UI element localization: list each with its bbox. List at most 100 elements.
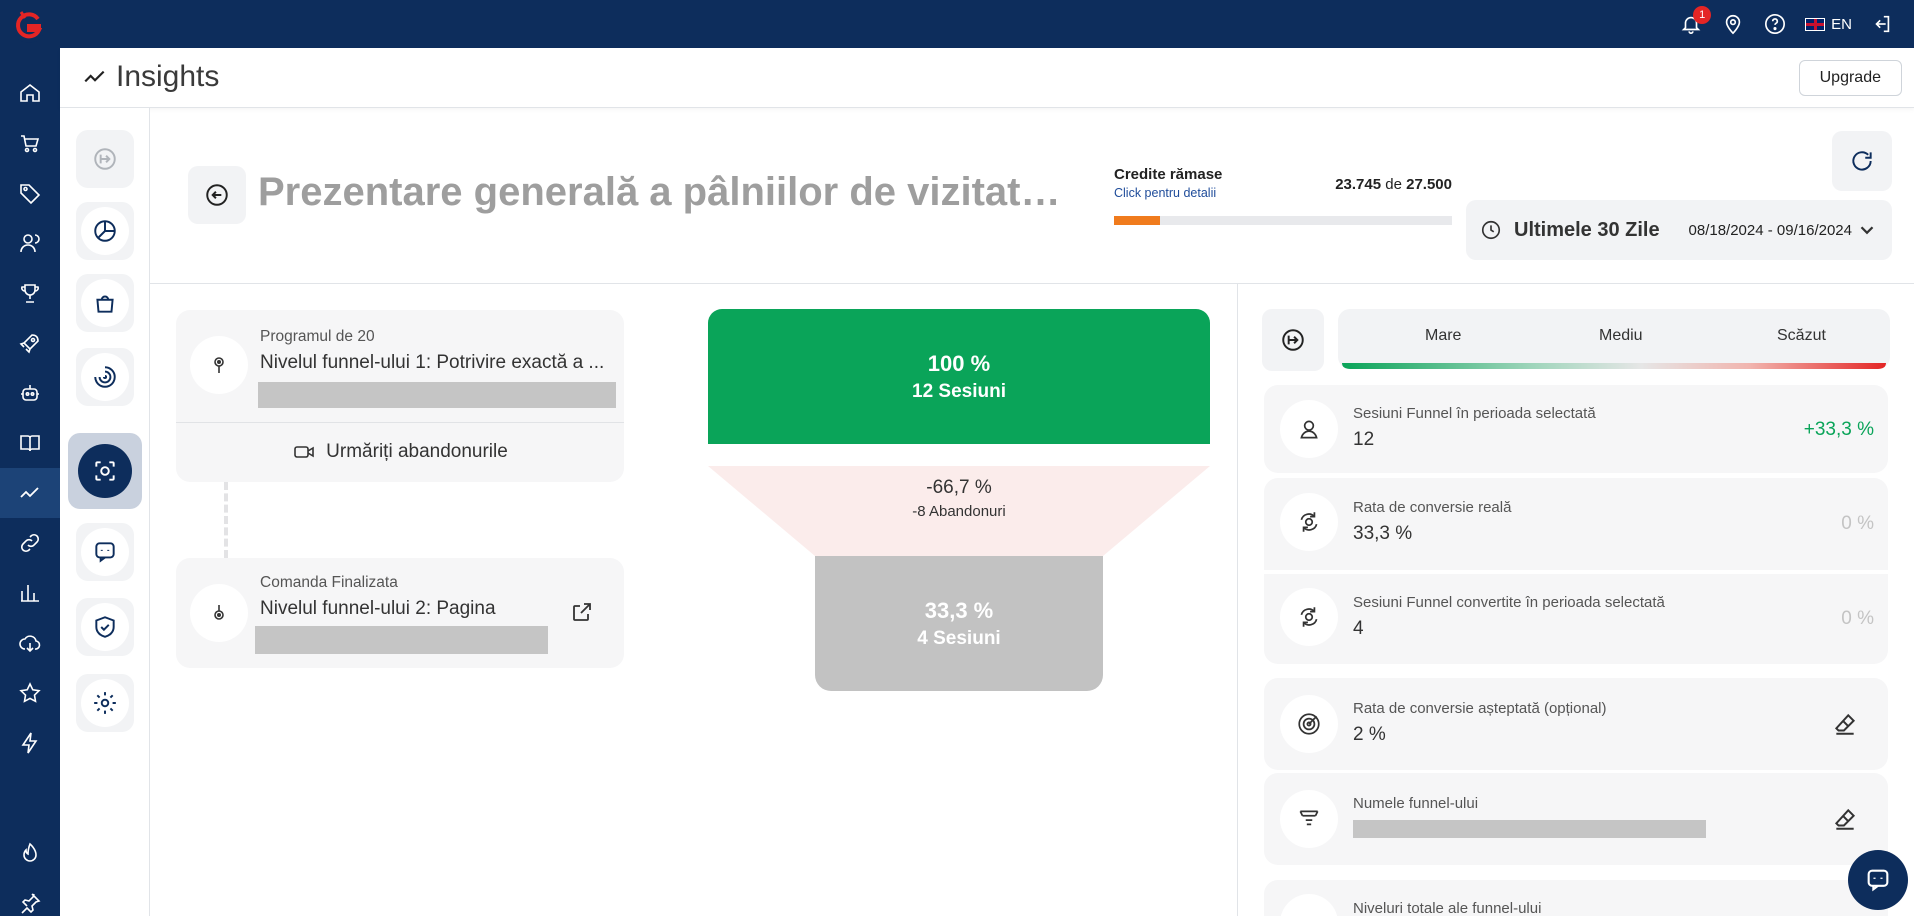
nav-book-icon[interactable] — [0, 418, 60, 468]
subnav-chat[interactable] — [76, 523, 134, 581]
nav-fire-icon[interactable] — [0, 828, 60, 878]
user-icon — [1280, 400, 1338, 458]
subnav-shield[interactable] — [76, 598, 134, 656]
language-label: EN — [1831, 15, 1852, 33]
priority-gradient-bar — [1342, 363, 1886, 369]
metric-change: +33,3 % — [1803, 419, 1874, 440]
subnav-shopping-bag[interactable] — [76, 274, 134, 332]
notification-badge: 1 — [1693, 6, 1712, 24]
watch-abandons-button[interactable]: Urmăriți abandonurile — [176, 423, 624, 481]
pie-chart-icon — [94, 220, 116, 242]
nav-lightning-icon[interactable] — [0, 718, 60, 768]
nav-link-icon[interactable] — [0, 518, 60, 568]
redacted-url-bar — [255, 626, 548, 654]
subnav-pie-chart[interactable] — [76, 202, 134, 260]
metric-value: 4 — [1353, 618, 1364, 639]
spiral-icon — [94, 366, 116, 388]
shield-check-icon — [95, 616, 115, 638]
funnel-chart: 100 % 12 Sesiuni -66,7 % -8 Abandonuri 3… — [708, 309, 1210, 693]
levels-icon — [1280, 894, 1338, 916]
subnav-funnel-active[interactable] — [68, 433, 142, 509]
eraser-edit-icon[interactable] — [1832, 711, 1858, 737]
nav-users-icon[interactable] — [0, 218, 60, 268]
funnel-step-2[interactable]: Comanda Finalizata Nivelul funnel-ului 2… — [176, 558, 624, 668]
uk-flag-icon — [1805, 17, 1826, 31]
metric-funnel-sessions: Sesiuni Funnel în perioada selectată 12 … — [1264, 385, 1888, 473]
refresh-icon — [1852, 151, 1872, 171]
language-selector[interactable]: EN — [1805, 16, 1852, 33]
step-1-label: Programul de 20 — [260, 328, 375, 345]
chat-bubble-icon — [95, 542, 115, 563]
nav-trophy-icon[interactable] — [0, 268, 60, 318]
chat-bubble-icon — [1867, 869, 1889, 892]
credits-of: de — [1385, 176, 1402, 193]
panel-collapse-button[interactable] — [1262, 309, 1324, 371]
tab-mare[interactable]: Mare — [1425, 327, 1461, 345]
funnel-step-1[interactable]: Programul de 20 Nivelul funnel-ului 1: P… — [176, 310, 624, 482]
clock-icon — [1481, 220, 1501, 240]
subnav-spiral[interactable] — [76, 348, 134, 406]
location-pin-icon[interactable] — [1721, 12, 1745, 36]
metric-value: 33,3 % — [1353, 523, 1413, 544]
tab-scazut[interactable]: Scăzut — [1777, 327, 1826, 345]
funnel-top-sessions: 12 Sesiuni — [912, 380, 1006, 402]
app-logo[interactable] — [12, 10, 46, 44]
video-camera-icon — [294, 446, 314, 458]
nav-tag-icon[interactable] — [0, 168, 60, 218]
page-title-text: Insights — [116, 60, 220, 93]
funnel-filter-icon — [1280, 790, 1338, 848]
target-icon — [1280, 695, 1338, 753]
back-button[interactable] — [188, 166, 246, 224]
subnav-settings[interactable] — [76, 674, 134, 732]
nav-insights-icon[interactable] — [0, 468, 60, 518]
refresh-button[interactable] — [1832, 131, 1892, 191]
step-pin-icon — [190, 336, 248, 394]
nav-robot-icon[interactable] — [0, 368, 60, 418]
conversion-cycle-icon — [1280, 588, 1338, 646]
insights-trend-icon — [84, 70, 105, 83]
nav-star-icon[interactable] — [0, 668, 60, 718]
metric-label: Numele funnel-ului — [1353, 795, 1479, 812]
collapse-arrow-icon — [94, 148, 116, 170]
support-chat-button[interactable] — [1848, 850, 1908, 910]
step-connector — [224, 482, 228, 558]
section-divider — [150, 283, 1914, 284]
nav-pin-icon[interactable] — [0, 878, 60, 916]
external-link-icon[interactable] — [570, 600, 594, 624]
insights-subnav — [60, 108, 150, 916]
metric-label: Sesiuni Funnel convertite în perioada se… — [1353, 594, 1665, 611]
date-range-label: Ultimele 30 Zile — [1514, 218, 1660, 241]
nav-cart-icon[interactable] — [0, 118, 60, 168]
upgrade-button[interactable]: Upgrade — [1798, 60, 1902, 96]
metric-funnel-name: Numele funnel-ului — [1264, 773, 1888, 865]
collapse-arrow-icon — [1282, 329, 1304, 351]
date-range-text: 08/18/2024 - 09/16/2024 — [1688, 221, 1852, 239]
credits-value: 23.745 de 27.500 — [1335, 176, 1452, 193]
subnav-collapse-button[interactable] — [76, 130, 134, 188]
funnel-bottom-block: 33,3 % 4 Sesiuni — [815, 556, 1103, 691]
metric-label: Rata de conversie reală — [1353, 499, 1512, 516]
metric-label: Rata de conversie așteptată (opțional) — [1353, 700, 1607, 717]
page-title: Insights — [82, 60, 219, 94]
metric-value: 12 — [1353, 429, 1375, 450]
step-1-name: Nivelul funnel-ului 1: Potrivire exactă … — [260, 352, 605, 373]
nav-cloud-download-icon[interactable] — [0, 618, 60, 668]
notifications-bell-icon[interactable]: 1 — [1679, 6, 1712, 36]
nav-rocket-icon[interactable] — [0, 318, 60, 368]
chevron-down-icon — [1860, 226, 1874, 235]
eraser-edit-icon[interactable] — [1832, 806, 1858, 832]
logout-icon[interactable] — [1870, 12, 1894, 36]
nav-home-icon[interactable] — [0, 68, 60, 118]
redacted-url-bar — [258, 382, 616, 408]
metric-expected-conversion: Rata de conversie așteptată (opțional) 2… — [1264, 678, 1888, 770]
metric-group-conversions: Rata de conversie reală 33,3 % 0 % Sesiu… — [1264, 478, 1888, 664]
arrow-left-circle-icon — [206, 184, 228, 206]
redacted-funnel-name — [1353, 820, 1706, 838]
shopping-bag-icon — [96, 295, 114, 313]
help-icon[interactable] — [1763, 12, 1787, 36]
tab-mediu[interactable]: Mediu — [1599, 327, 1643, 345]
nav-bar-chart-icon[interactable] — [0, 568, 60, 618]
date-range-picker[interactable]: Ultimele 30 Zile 08/18/2024 - 09/16/2024 — [1466, 200, 1892, 260]
step-finish-icon — [190, 584, 248, 642]
metric-change: 0 % — [1841, 608, 1874, 629]
